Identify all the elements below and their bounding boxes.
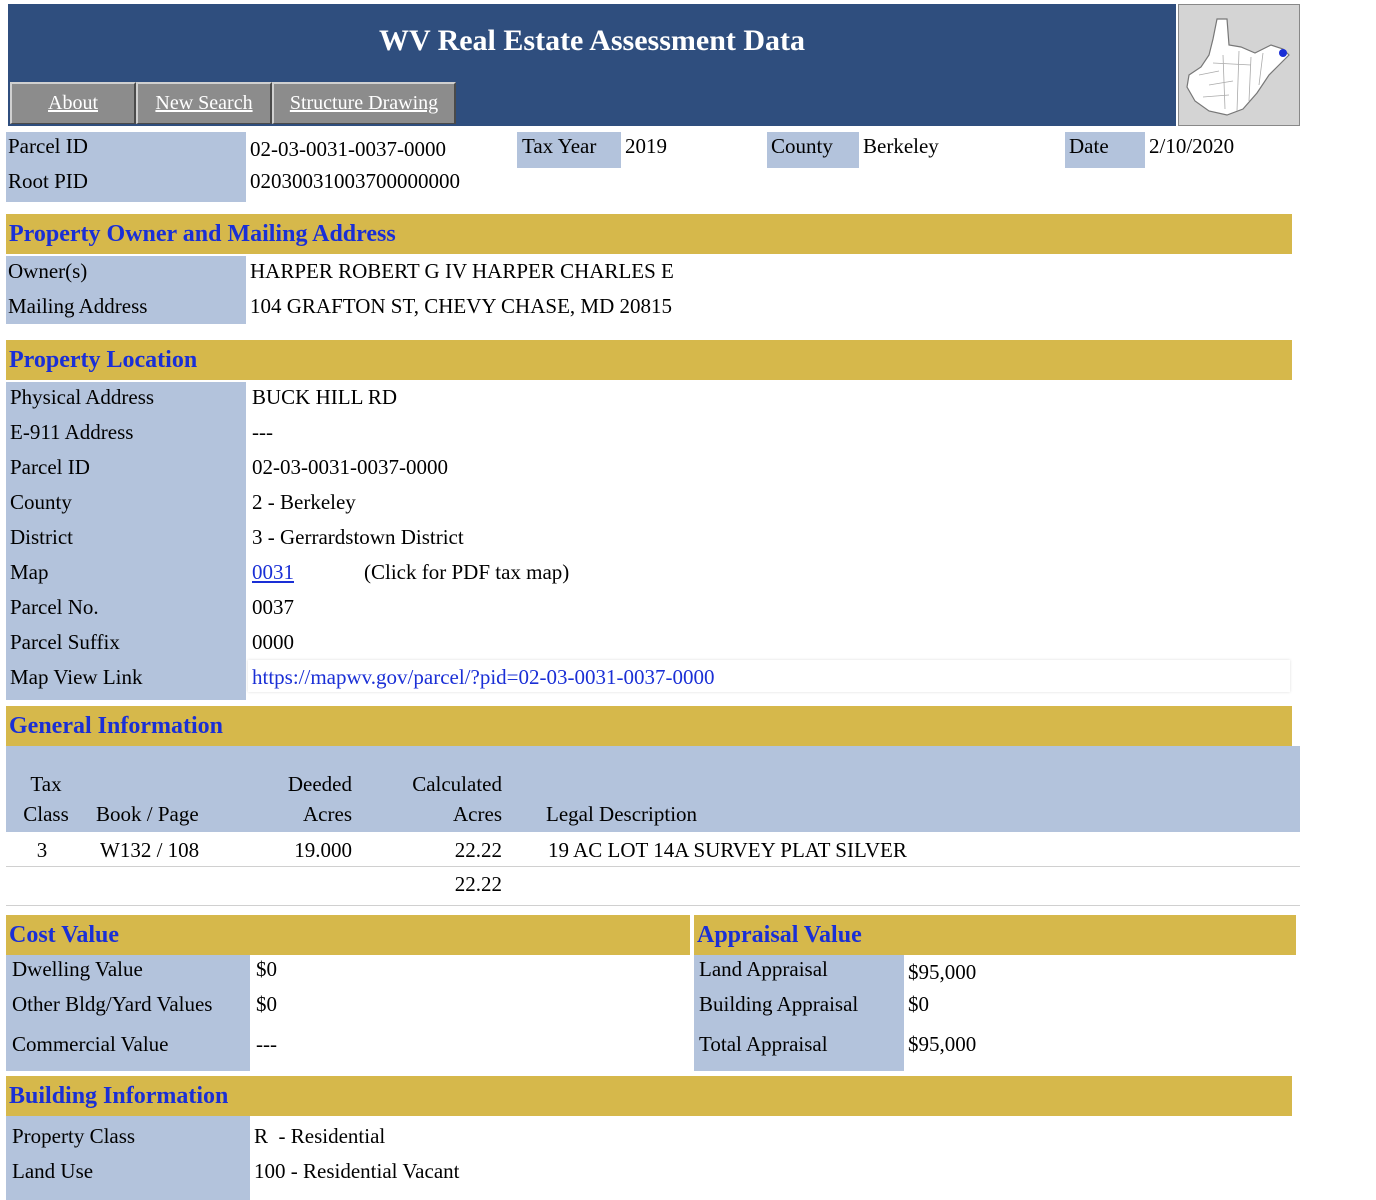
e911-address-value: --- bbox=[252, 420, 273, 444]
county-value: Berkeley bbox=[863, 134, 939, 158]
e911-address-label: E-911 Address bbox=[10, 420, 134, 444]
date-label: Date bbox=[1069, 134, 1109, 158]
building-appraisal-value: $0 bbox=[908, 992, 929, 1016]
commercial-value: --- bbox=[256, 1032, 277, 1056]
property-class-label: Property Class bbox=[12, 1124, 136, 1148]
building-section-heading: Building Information bbox=[6, 1076, 1292, 1116]
location-parcel-id-label: Parcel ID bbox=[10, 455, 90, 479]
map-view-link[interactable]: https://mapwv.gov/parcel/?pid=02-03-0031… bbox=[252, 665, 714, 690]
col-calculated-line1: Calculated bbox=[412, 772, 502, 796]
tax-year-value: 2019 bbox=[625, 134, 667, 158]
appraisal-section-heading: Appraisal Value bbox=[694, 915, 1296, 955]
root-pid-value: 02030031003700000000 bbox=[250, 169, 460, 193]
district-label: District bbox=[10, 525, 73, 549]
county-label: County bbox=[771, 134, 833, 158]
general-row-divider bbox=[6, 866, 1300, 867]
about-button[interactable]: About bbox=[10, 82, 136, 124]
commercial-value-label: Commercial Value bbox=[12, 1032, 169, 1056]
location-section-heading: Property Location bbox=[6, 340, 1292, 380]
map-label: Map bbox=[10, 560, 49, 584]
date-value: 2/10/2020 bbox=[1149, 134, 1235, 158]
structure-drawing-button[interactable]: Structure Drawing bbox=[272, 82, 456, 124]
land-use-label: Land Use bbox=[12, 1159, 94, 1183]
col-tax-line1: Tax bbox=[30, 772, 62, 796]
wv-state-map bbox=[1178, 4, 1300, 126]
row-book-page: W132 / 108 bbox=[100, 838, 200, 862]
parcel-id-label: Parcel ID bbox=[8, 134, 88, 158]
row-legal-description: 19 AC LOT 14A SURVEY PLAT SILVER bbox=[548, 838, 907, 862]
root-pid-label: Root PID bbox=[8, 169, 88, 193]
new-search-button[interactable]: New Search bbox=[136, 82, 272, 124]
mailing-address-value: 104 GRAFTON ST, CHEVY CHASE, MD 20815 bbox=[250, 294, 672, 318]
col-deeded-line2: Acres bbox=[303, 802, 352, 826]
general-total-divider bbox=[6, 905, 1300, 906]
col-calculated-line2: Acres bbox=[453, 802, 502, 826]
physical-address-value: BUCK HILL RD bbox=[252, 385, 398, 409]
location-county-value: 2 - Berkeley bbox=[252, 490, 356, 514]
parcel-no-value: 0037 bbox=[252, 595, 294, 619]
total-calculated-acres: 22.22 bbox=[454, 872, 502, 896]
mailing-address-label: Mailing Address bbox=[8, 294, 148, 318]
land-appraisal-label: Land Appraisal bbox=[699, 957, 828, 981]
location-county-label: County bbox=[10, 490, 72, 514]
land-appraisal-value: $95,000 bbox=[908, 960, 977, 984]
row-calculated-acres: 22.22 bbox=[454, 838, 502, 862]
col-legal-description: Legal Description bbox=[546, 802, 698, 826]
land-use-value: 100 - Residential Vacant bbox=[254, 1159, 460, 1183]
other-bldg-label: Other Bldg/Yard Values bbox=[12, 992, 213, 1016]
wv-map-icon bbox=[1186, 18, 1290, 116]
total-appraisal-label: Total Appraisal bbox=[699, 1032, 828, 1056]
district-value: 3 - Gerrardstown District bbox=[252, 525, 464, 549]
location-parcel-id-value: 02-03-0031-0037-0000 bbox=[252, 455, 448, 479]
physical-address-label: Physical Address bbox=[10, 385, 155, 409]
row-tax-class: 3 bbox=[36, 838, 48, 862]
tax-year-label: Tax Year bbox=[522, 134, 597, 158]
col-class-line2: Class bbox=[23, 802, 69, 826]
owners-value: HARPER ROBERT G IV HARPER CHARLES E bbox=[250, 259, 674, 283]
total-appraisal-value: $95,000 bbox=[908, 1032, 977, 1056]
col-deeded-line1: Deeded bbox=[287, 772, 352, 796]
parcel-suffix-value: 0000 bbox=[252, 630, 294, 654]
general-section-heading: General Information bbox=[6, 706, 1292, 746]
owner-section-heading: Property Owner and Mailing Address bbox=[6, 214, 1292, 254]
parcel-suffix-label: Parcel Suffix bbox=[10, 630, 120, 654]
parcel-no-label: Parcel No. bbox=[10, 595, 99, 619]
row-deeded-acres: 19.000 bbox=[294, 838, 352, 862]
tax-map-link[interactable]: 0031 bbox=[252, 560, 294, 585]
parcel-id-value: 02-03-0031-0037-0000 bbox=[250, 137, 446, 161]
tax-map-note: (Click for PDF tax map) bbox=[364, 560, 570, 584]
map-view-link-label: Map View Link bbox=[10, 665, 143, 689]
owners-label: Owner(s) bbox=[8, 259, 88, 283]
dwelling-value-label: Dwelling Value bbox=[12, 957, 143, 981]
property-class-value: R - Residential bbox=[254, 1124, 386, 1148]
dwelling-value: $0 bbox=[256, 957, 277, 981]
page-title: WV Real Estate Assessment Data bbox=[378, 24, 806, 57]
cost-section-heading: Cost Value bbox=[6, 915, 690, 955]
building-appraisal-label: Building Appraisal bbox=[699, 992, 859, 1016]
col-book-page: Book / Page bbox=[96, 802, 199, 826]
other-bldg-value: $0 bbox=[256, 992, 277, 1016]
